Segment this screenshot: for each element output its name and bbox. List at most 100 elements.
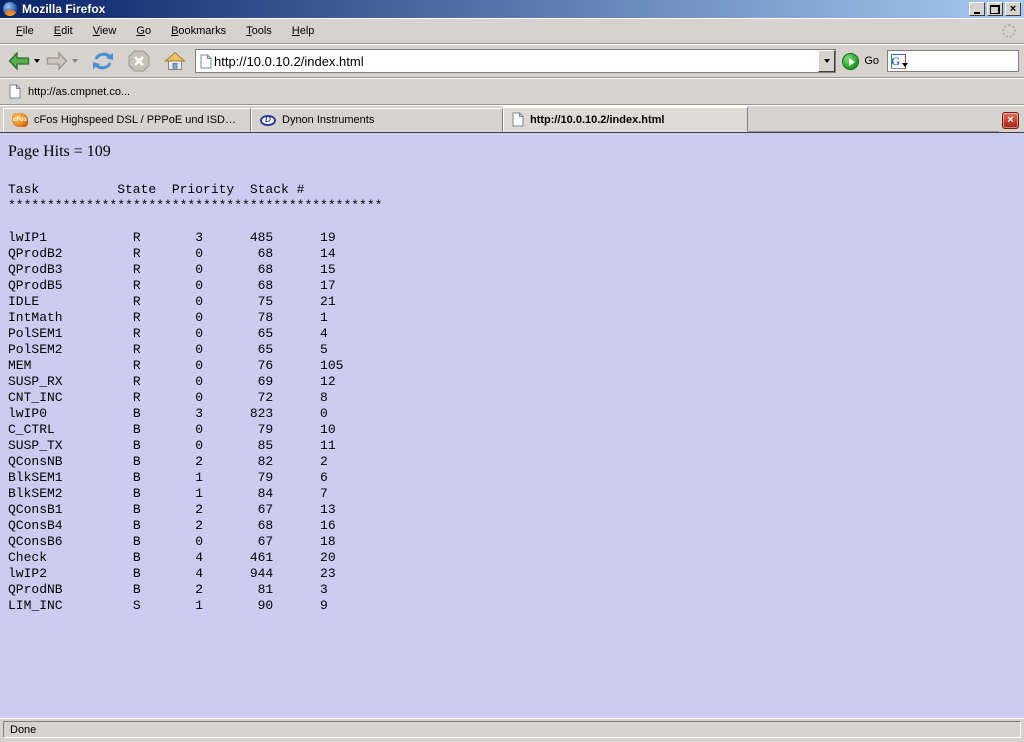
stop-button[interactable] [125, 47, 153, 75]
tab-dynon[interactable]: D Dynon Instruments [251, 108, 503, 132]
go-button[interactable]: Go [842, 53, 879, 70]
cell-stack: 485 [203, 230, 273, 246]
cfos-favicon-icon [12, 113, 28, 127]
cell-state: B [133, 438, 141, 454]
cell-pri: 4 [195, 566, 203, 582]
table-row: QProdB3R06815 [8, 262, 476, 278]
cell-pri: 0 [195, 246, 203, 262]
cell-stack: 79 [203, 422, 273, 438]
menu-help[interactable]: Help [282, 22, 325, 40]
task-rows: lwIP1R348519QProdB2R06814QProdB3R06815QP… [8, 230, 476, 614]
cell-state: B [133, 422, 141, 438]
forward-history-dropdown[interactable] [71, 59, 81, 63]
back-arrow-icon [7, 49, 31, 73]
status-bar: Done [0, 718, 1024, 742]
close-tab-button[interactable]: × [1002, 112, 1019, 129]
cell-pri: 0 [195, 342, 203, 358]
menu-tools[interactable]: Tools [236, 22, 282, 40]
cell-state: R [133, 310, 141, 326]
cell-pri: 0 [195, 422, 203, 438]
menu-bookmarks[interactable]: Bookmarks [161, 22, 236, 40]
menu-file[interactable]: File [6, 22, 44, 40]
table-row: BlkSEM1B1796 [8, 470, 476, 486]
url-input[interactable] [212, 54, 818, 69]
bookmark-item[interactable]: http://as.cmpnet.co... [28, 86, 130, 98]
status-panel: Done [3, 721, 1021, 738]
cell-stack: 461 [203, 550, 273, 566]
cell-num: 15 [320, 262, 336, 278]
cell-state: R [133, 278, 141, 294]
menu-view[interactable]: View [83, 22, 127, 40]
google-letter: G [891, 54, 900, 69]
table-row: QProdB2R06814 [8, 246, 476, 262]
cell-state: R [133, 294, 141, 310]
table-row: PolSEM1R0654 [8, 326, 476, 342]
menu-edit[interactable]: Edit [44, 22, 83, 40]
cell-pri: 3 [195, 230, 203, 246]
cell-task: QConsNB [8, 454, 63, 470]
table-row: lwIP2B494423 [8, 566, 476, 582]
cell-stack: 90 [203, 598, 273, 614]
cell-num: 8 [320, 390, 328, 406]
cell-state: R [133, 230, 141, 246]
cell-stack: 68 [203, 278, 273, 294]
minimize-button[interactable] [969, 2, 985, 16]
table-row: lwIP0B38230 [8, 406, 476, 422]
restore-button[interactable] [987, 2, 1003, 16]
stop-icon [127, 49, 151, 73]
cell-num: 0 [320, 406, 328, 422]
cell-num: 18 [320, 534, 336, 550]
table-row: LIM_INCS1909 [8, 598, 476, 614]
cell-state: B [133, 566, 141, 582]
back-button[interactable] [5, 47, 33, 75]
cell-num: 105 [320, 358, 343, 374]
tab-cfos[interactable]: cFos Highspeed DSL / PPPoE und ISDN CAP.… [3, 108, 251, 132]
cell-pri: 1 [195, 598, 203, 614]
cell-state: R [133, 342, 141, 358]
tab-strip-filler [748, 108, 999, 132]
cell-pri: 0 [195, 262, 203, 278]
chevron-down-icon [72, 59, 78, 63]
menu-go[interactable]: Go [126, 22, 161, 40]
dynon-letter: D [265, 116, 271, 124]
cell-stack: 68 [203, 518, 273, 534]
cell-task: lwIP2 [8, 566, 47, 582]
cell-state: R [133, 358, 141, 374]
cell-task: IDLE [8, 294, 39, 310]
table-row: PolSEM2R0655 [8, 342, 476, 358]
table-row: IDLER07521 [8, 294, 476, 310]
reload-button[interactable] [89, 47, 117, 75]
cell-num: 23 [320, 566, 336, 582]
search-bar: G [887, 50, 1019, 72]
forward-button[interactable] [43, 47, 71, 75]
chevron-down-icon [824, 59, 830, 63]
cell-task: LIM_INC [8, 598, 63, 614]
tab-index-html[interactable]: http://10.0.10.2/index.html [503, 106, 748, 132]
cell-num: 4 [320, 326, 328, 342]
cell-task: BlkSEM1 [8, 470, 63, 486]
cell-pri: 0 [195, 438, 203, 454]
window-title: Mozilla Firefox [22, 2, 105, 16]
cell-stack: 84 [203, 486, 273, 502]
cell-task: CNT_INC [8, 390, 63, 406]
table-row: lwIP1R348519 [8, 230, 476, 246]
close-icon: × [1010, 4, 1016, 15]
cell-num: 1 [320, 310, 328, 326]
google-engine-icon[interactable]: G [891, 54, 906, 69]
tab-label: Dynon Instruments [282, 114, 374, 126]
table-row: BlkSEM2B1847 [8, 486, 476, 502]
header-state: State [117, 182, 156, 198]
minimize-icon [974, 12, 980, 14]
home-icon [163, 49, 187, 73]
cell-task: lwIP1 [8, 230, 47, 246]
url-dropdown-button[interactable] [818, 50, 835, 72]
cell-pri: 1 [195, 486, 203, 502]
close-button[interactable]: × [1005, 2, 1021, 16]
home-button[interactable] [161, 47, 189, 75]
go-label: Go [864, 55, 879, 67]
table-row: QConsB1B26713 [8, 502, 476, 518]
cell-stack: 72 [203, 390, 273, 406]
back-history-dropdown[interactable] [33, 59, 43, 63]
search-input[interactable] [912, 54, 1018, 68]
cell-task: QConsB1 [8, 502, 63, 518]
